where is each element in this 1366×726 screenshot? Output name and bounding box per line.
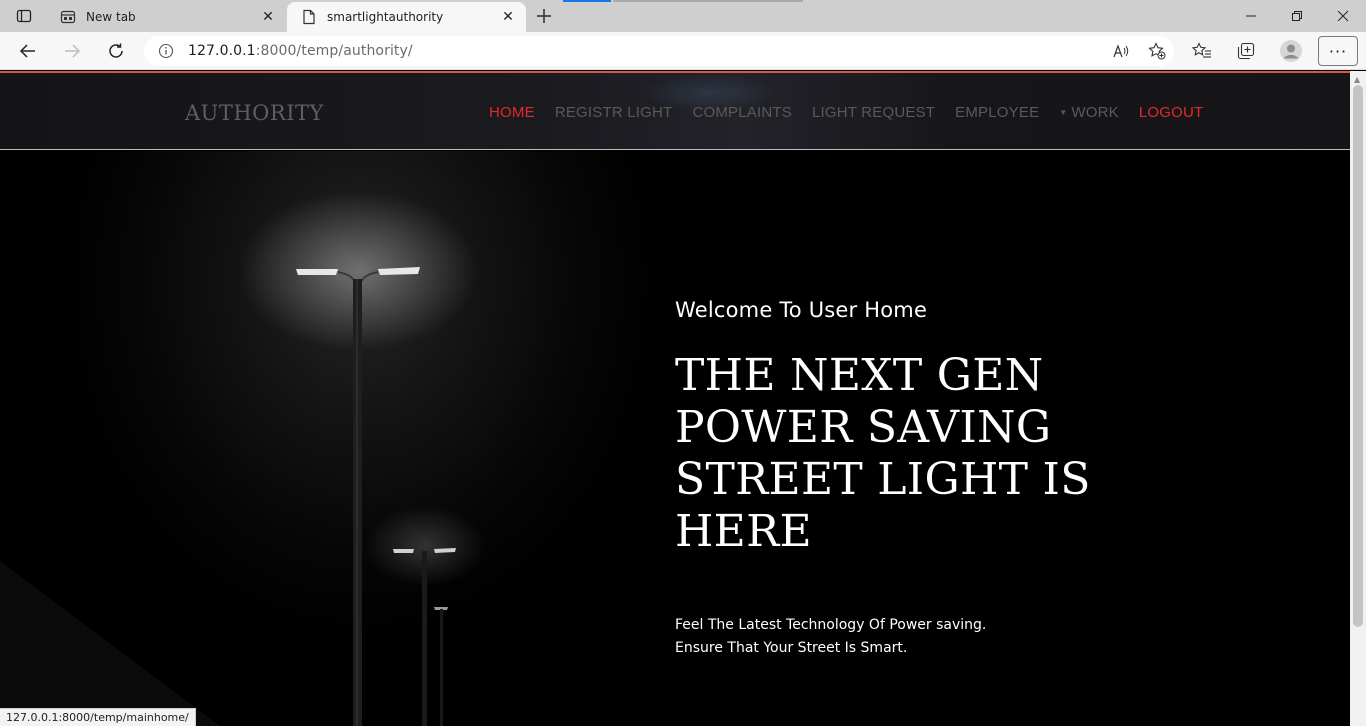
hero-tagline: Feel The Latest Technology Of Power savi… (675, 614, 1275, 660)
refresh-icon (109, 43, 123, 58)
address-bar-actions (1110, 40, 1168, 62)
scrollbar-thumb[interactable] (1353, 85, 1363, 627)
url-host: 127.0.0.1 (188, 43, 256, 59)
read-aloud-icon (1113, 44, 1129, 58)
site-header: AUTHORITY HOME REGISTR LIGHT COMPLAINTS … (0, 73, 1350, 150)
welcome-heading: Welcome To User Home (675, 298, 928, 322)
page-scrollbar[interactable]: ▲ (1350, 71, 1366, 726)
forward-arrow-icon (65, 44, 81, 58)
nav-work-label: WORK (1071, 104, 1119, 121)
add-favorite-button[interactable] (1146, 40, 1168, 62)
info-icon[interactable] (158, 43, 174, 59)
tab-title: New tab (86, 10, 136, 24)
tab-indicator (563, 0, 611, 2)
browser-toolbar: 127.0.0.1:8000/temp/authority/ ··· (0, 32, 1366, 70)
back-button[interactable] (13, 37, 43, 65)
main-nav: HOME REGISTR LIGHT COMPLAINTS LIGHT REQU… (489, 104, 1223, 121)
new-tab-button[interactable] (530, 4, 558, 28)
url-path: :8000/temp/authority/ (255, 43, 413, 59)
close-icon (1337, 10, 1349, 22)
tab-smartlightauthority[interactable]: smartlightauthority ✕ (287, 2, 526, 32)
read-aloud-button[interactable] (1110, 40, 1132, 62)
close-icon[interactable]: ✕ (498, 7, 518, 27)
nav-register-light[interactable]: REGISTR LIGHT (555, 104, 673, 121)
window-controls (1228, 0, 1366, 32)
tab-indicator (613, 0, 803, 2)
star-add-icon (1148, 42, 1166, 60)
minimize-icon (1246, 15, 1256, 17)
site-brand[interactable]: AUTHORITY (185, 101, 324, 125)
nav-employee[interactable]: EMPLOYEE (955, 104, 1039, 121)
tagline-line-2: Ensure That Your Street Is Smart. (675, 640, 908, 656)
url-text[interactable]: 127.0.0.1:8000/temp/authority/ (188, 43, 413, 59)
collections-button[interactable] (1232, 37, 1260, 65)
close-icon[interactable]: ✕ (258, 7, 278, 27)
hero-headline: THE NEXT GEN POWER SAVING STREET LIGHT I… (675, 350, 1091, 557)
tab-actions-icon (16, 9, 32, 23)
new-tab-page-icon (60, 9, 76, 25)
tab-new-tab[interactable]: New tab ✕ (46, 2, 286, 32)
close-window-button[interactable] (1320, 0, 1366, 32)
favorites-button[interactable] (1188, 37, 1216, 65)
link-status-bubble: 127.0.0.1:8000/temp/mainhome/ (0, 708, 196, 726)
back-arrow-icon (19, 44, 35, 58)
plus-icon (537, 9, 551, 23)
tab-strip: New tab ✕ smartlightauthority ✕ (0, 0, 1366, 32)
avatar-icon (1280, 40, 1302, 62)
nav-logout[interactable]: LOGOUT (1139, 104, 1204, 121)
forward-button[interactable] (57, 37, 87, 65)
web-page: AUTHORITY HOME REGISTR LIGHT COMPLAINTS … (0, 71, 1350, 726)
tagline-line-1: Feel The Latest Technology Of Power savi… (675, 617, 987, 633)
tab-actions-button[interactable] (8, 4, 40, 28)
profile-button[interactable] (1277, 37, 1305, 65)
restore-icon (1292, 11, 1302, 21)
caret-down-icon: ▼ (1059, 108, 1068, 117)
more-icon: ··· (1328, 41, 1348, 61)
settings-menu-button[interactable]: ··· (1318, 36, 1358, 66)
hero-section: Welcome To User Home THE NEXT GEN POWER … (0, 151, 1350, 726)
refresh-button[interactable] (101, 37, 131, 65)
nav-home[interactable]: HOME (489, 104, 535, 121)
tab-title: smartlightauthority (327, 10, 444, 24)
minimize-button[interactable] (1228, 0, 1274, 32)
hero-text: Welcome To User Home THE NEXT GEN POWER … (675, 298, 1275, 660)
scroll-up-arrow-icon[interactable]: ▲ (1354, 75, 1360, 84)
address-bar[interactable]: 127.0.0.1:8000/temp/authority/ (144, 36, 1174, 66)
document-icon (301, 9, 317, 25)
nav-light-request[interactable]: LIGHT REQUEST (812, 104, 935, 121)
collections-icon (1237, 42, 1255, 60)
nav-work-dropdown[interactable]: ▼ WORK (1059, 104, 1119, 121)
nav-complaints[interactable]: COMPLAINTS (692, 104, 792, 121)
favorites-icon (1192, 42, 1211, 58)
restore-button[interactable] (1274, 0, 1320, 32)
